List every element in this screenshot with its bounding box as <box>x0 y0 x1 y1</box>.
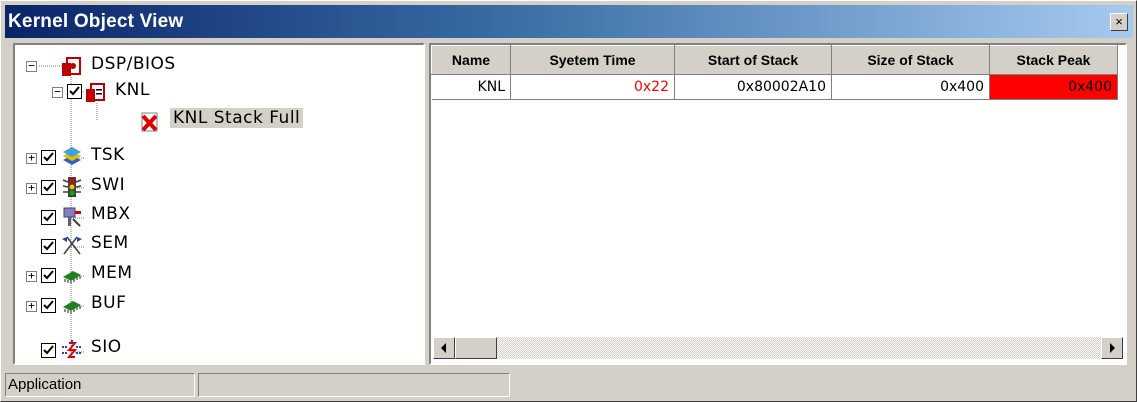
close-button[interactable]: × <box>1110 13 1128 31</box>
arrow-left-icon <box>441 343 446 353</box>
stack-table: Name Syetem Time Start of Stack Size of … <box>431 45 1118 100</box>
swi-traffic-light-icon <box>62 177 82 197</box>
status-panel-middle <box>198 373 510 397</box>
horizontal-scrollbar[interactable] <box>433 337 1123 359</box>
sio-label[interactable]: SIO <box>91 337 122 357</box>
kernel-object-tree[interactable]: − DSP/BIOS − KNL KNL Stack Full + TSK + … <box>13 43 425 365</box>
tsk-expander[interactable]: + <box>26 152 37 164</box>
knl-stack-full-label[interactable]: KNL Stack Full <box>170 108 304 128</box>
column-header-start-of-stack[interactable]: Start of Stack <box>674 45 832 75</box>
scroll-left-button[interactable] <box>433 337 455 359</box>
knl-icon <box>86 83 105 102</box>
tsk-checkbox[interactable] <box>41 150 56 165</box>
buf-checkbox[interactable] <box>41 298 56 313</box>
window-title: Kernel Object View <box>8 11 184 32</box>
dsp-bios-icon <box>62 57 81 76</box>
sio-stream-icon <box>62 340 82 358</box>
buf-expander[interactable]: + <box>26 300 37 312</box>
swi-label[interactable]: SWI <box>91 175 125 195</box>
mem-chip-icon <box>63 271 81 284</box>
tsk-label[interactable]: TSK <box>91 145 125 165</box>
cell-stack-peak: 0x400 <box>989 74 1118 100</box>
tree-root-label[interactable]: DSP/BIOS <box>91 54 176 74</box>
mem-checkbox[interactable] <box>41 268 56 283</box>
column-header-stack-peak[interactable]: Stack Peak <box>989 45 1118 75</box>
kernel-object-grid[interactable]: Name Syetem Time Start of Stack Size of … <box>429 43 1127 365</box>
cell-system-time: 0x22 <box>510 74 675 100</box>
knl-checkbox[interactable] <box>67 84 82 99</box>
mbx-label[interactable]: MBX <box>91 204 130 224</box>
sem-checkbox[interactable] <box>41 239 56 254</box>
cell-start-of-stack: 0x80002A10 <box>674 74 832 100</box>
column-header-system-time[interactable]: Syetem Time <box>510 45 675 75</box>
tsk-icon <box>63 147 81 165</box>
error-x-icon <box>141 112 158 132</box>
scrollbar-thumb[interactable] <box>455 337 497 359</box>
swi-checkbox[interactable] <box>41 180 56 195</box>
mbx-mailbox-icon <box>63 207 81 227</box>
cell-size-of-stack: 0x400 <box>831 74 990 100</box>
title-bar[interactable]: Kernel Object View × <box>5 5 1133 38</box>
scroll-right-button[interactable] <box>1101 337 1123 359</box>
kernel-object-view-window: Kernel Object View × − DSP/BIOS − KNL KN… <box>0 0 1137 402</box>
buf-chip-icon <box>63 301 81 314</box>
status-panel-right <box>513 373 1133 397</box>
mem-label[interactable]: MEM <box>91 263 133 283</box>
mem-expander[interactable]: + <box>26 270 37 282</box>
mbx-checkbox[interactable] <box>41 210 56 225</box>
sem-flags-icon <box>62 236 82 255</box>
column-header-name[interactable]: Name <box>431 45 511 75</box>
tree-root-expander[interactable]: − <box>26 60 37 72</box>
cell-name: KNL <box>431 74 511 100</box>
knl-expander[interactable]: − <box>52 86 63 98</box>
column-header-size-of-stack[interactable]: Size of Stack <box>831 45 990 75</box>
sio-checkbox[interactable] <box>41 343 56 358</box>
swi-expander[interactable]: + <box>26 182 37 194</box>
sem-label[interactable]: SEM <box>91 233 129 253</box>
buf-label[interactable]: BUF <box>91 293 126 313</box>
status-application: Application <box>5 373 195 397</box>
arrow-right-icon <box>1110 343 1115 353</box>
table-row[interactable]: KNL 0x22 0x80002A10 0x400 0x400 <box>431 74 1118 100</box>
knl-label[interactable]: KNL <box>115 80 150 100</box>
